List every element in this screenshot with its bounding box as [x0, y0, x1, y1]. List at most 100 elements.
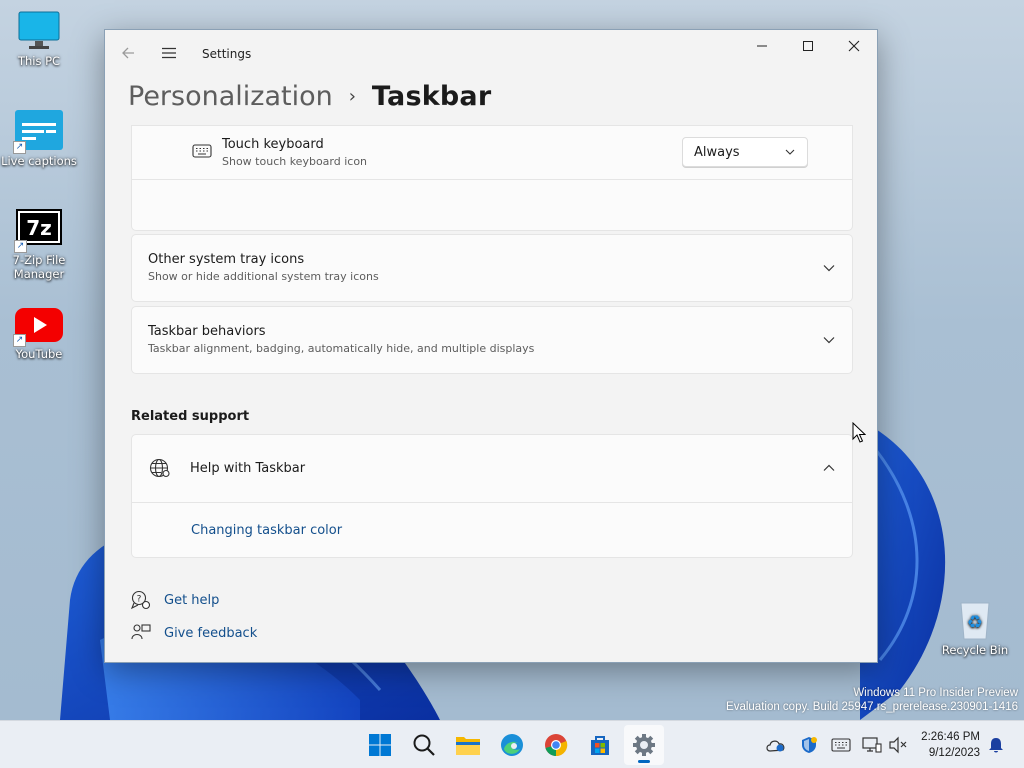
- taskbar-store[interactable]: [580, 725, 620, 765]
- watermark-line2: Evaluation copy. Build 25947.rs_prerelea…: [726, 701, 1018, 713]
- close-button[interactable]: [831, 30, 877, 62]
- desktop-icon-youtube[interactable]: ↗ YouTube: [1, 307, 77, 361]
- svg-text:?: ?: [137, 595, 142, 605]
- youtube-icon: ↗: [13, 307, 63, 347]
- desktop-icon-recycle-bin[interactable]: ♻ Recycle Bin: [937, 597, 1013, 657]
- settings-content[interactable]: Touch keyboard Show touch keyboard icon …: [131, 125, 853, 662]
- evaluation-watermark: Windows 11 Pro Insider Preview Evaluatio…: [726, 686, 1018, 714]
- maximize-button[interactable]: [785, 30, 831, 62]
- desktop-icon-label: YouTube: [15, 347, 63, 361]
- taskbar-behaviors-row[interactable]: Taskbar behaviors Taskbar alignment, bad…: [131, 306, 853, 374]
- close-icon: [848, 40, 860, 52]
- touch-keyboard-dropdown[interactable]: Always: [682, 137, 808, 167]
- desktop-icon-live-captions[interactable]: ↗ Live captions: [1, 110, 77, 168]
- settings-window: Settings Personalization › Taskbar Touch…: [104, 29, 878, 663]
- recycle-bin-icon: ♻: [955, 597, 995, 641]
- dropdown-value: Always: [694, 144, 740, 160]
- help-with-taskbar-header[interactable]: Help with Taskbar: [132, 435, 852, 503]
- shortcut-arrow-icon: ↗: [13, 141, 26, 154]
- keyboard-icon: [192, 144, 212, 158]
- get-help-icon: ?: [131, 590, 151, 610]
- 7zip-icon: 7z ↗: [14, 209, 62, 253]
- security-icon: [802, 737, 817, 753]
- settings-icon: [633, 734, 655, 756]
- touch-keyboard-title: Touch keyboard: [222, 137, 324, 152]
- taskbar-chrome[interactable]: [536, 725, 576, 765]
- help-with-taskbar-card: Help with Taskbar Changing taskbar color: [131, 434, 853, 558]
- desktop-icon-label: Recycle Bin: [941, 643, 1009, 657]
- chevron-down-icon: [823, 337, 835, 344]
- monitor-icon: [17, 10, 61, 52]
- edge-icon: [501, 734, 523, 756]
- live-captions-icon: ↗: [13, 110, 63, 154]
- bell-icon: [989, 738, 1003, 753]
- desktop-icon-this-pc[interactable]: This PC: [1, 10, 77, 68]
- tray-keyboard[interactable]: [831, 735, 851, 755]
- mouse-cursor-icon: [852, 422, 866, 443]
- maximize-icon: [803, 41, 813, 51]
- page-title: Taskbar: [371, 80, 492, 112]
- app-title: Settings: [202, 47, 252, 61]
- touch-keyboard-row: Touch keyboard Show touch keyboard icon …: [132, 126, 852, 180]
- watermark-line1: Windows 11 Pro Insider Preview: [853, 687, 1018, 699]
- other-tray-title: Other system tray icons: [148, 252, 305, 267]
- system-tray-card: Touch keyboard Show touch keyboard icon …: [131, 125, 853, 231]
- help-with-taskbar-title: Help with Taskbar: [190, 461, 306, 476]
- minimize-icon: [757, 45, 767, 47]
- notification-button[interactable]: [986, 735, 1006, 755]
- onedrive-icon: [766, 740, 785, 752]
- chrome-icon: [545, 734, 568, 757]
- start-icon: [369, 734, 391, 756]
- get-help-item[interactable]: ? Get help: [131, 590, 219, 610]
- file-explorer-icon: [456, 737, 480, 755]
- globe-icon: [149, 458, 170, 478]
- back-arrow-icon: [122, 47, 134, 59]
- active-app-indicator: [638, 760, 650, 763]
- give-feedback-icon: [131, 624, 151, 640]
- taskbar-edge[interactable]: [492, 725, 532, 765]
- touch-keyboard-subtitle: Show touch keyboard icon: [222, 155, 368, 168]
- taskbar-settings[interactable]: [624, 725, 664, 765]
- get-help-link[interactable]: Get help: [164, 593, 219, 608]
- taskbar-search-button[interactable]: [404, 725, 444, 765]
- tray-onedrive[interactable]: [766, 735, 786, 755]
- svg-text:♻: ♻: [967, 612, 983, 633]
- hamburger-icon: [162, 47, 176, 59]
- clock-date: 9/12/2023: [928, 747, 980, 759]
- tray-security[interactable]: [799, 735, 819, 755]
- start-button[interactable]: [360, 725, 400, 765]
- search-icon: [413, 734, 435, 756]
- breadcrumb-personalization[interactable]: Personalization: [128, 81, 333, 112]
- give-feedback-link[interactable]: Give feedback: [164, 626, 257, 641]
- store-icon: [591, 736, 609, 755]
- tray-network[interactable]: [862, 735, 882, 755]
- minimize-button[interactable]: [739, 30, 785, 62]
- desktop-icon-label: This PC: [17, 54, 61, 68]
- navigation-menu-button[interactable]: [153, 38, 185, 68]
- taskbar: 2:26:46 PM 9/12/2023: [0, 720, 1024, 768]
- keyboard-icon: [831, 738, 851, 752]
- back-button[interactable]: [112, 38, 144, 68]
- taskbar-clock[interactable]: 2:26:46 PM 9/12/2023: [921, 729, 980, 761]
- clock-time: 2:26:46 PM: [921, 731, 980, 743]
- chevron-down-icon: [823, 265, 835, 272]
- changing-taskbar-color-link[interactable]: Changing taskbar color: [191, 523, 342, 538]
- taskbar-file-explorer[interactable]: [448, 725, 488, 765]
- tray-volume[interactable]: [888, 735, 908, 755]
- desktop-icon-label: 7-Zip File Manager: [12, 253, 66, 281]
- volume-muted-icon: [889, 736, 907, 754]
- desktop-icon-7zip[interactable]: 7z ↗ 7-Zip File Manager: [1, 209, 77, 281]
- chevron-up-icon: [823, 464, 835, 471]
- 7zip-logo-text: 7z: [26, 216, 52, 240]
- related-support-heading: Related support: [131, 409, 250, 424]
- shortcut-arrow-icon: ↗: [13, 334, 26, 347]
- give-feedback-item[interactable]: Give feedback: [131, 623, 257, 643]
- other-tray-subtitle: Show or hide additional system tray icon…: [148, 270, 379, 283]
- behaviors-subtitle: Taskbar alignment, badging, automaticall…: [148, 342, 535, 355]
- network-icon: [862, 737, 882, 753]
- breadcrumb: Personalization › Taskbar: [128, 76, 491, 116]
- title-bar[interactable]: Settings: [105, 30, 877, 76]
- other-system-tray-icons-row[interactable]: Other system tray icons Show or hide add…: [131, 234, 853, 302]
- breadcrumb-separator-icon: ›: [348, 85, 356, 107]
- shortcut-arrow-icon: ↗: [14, 240, 27, 253]
